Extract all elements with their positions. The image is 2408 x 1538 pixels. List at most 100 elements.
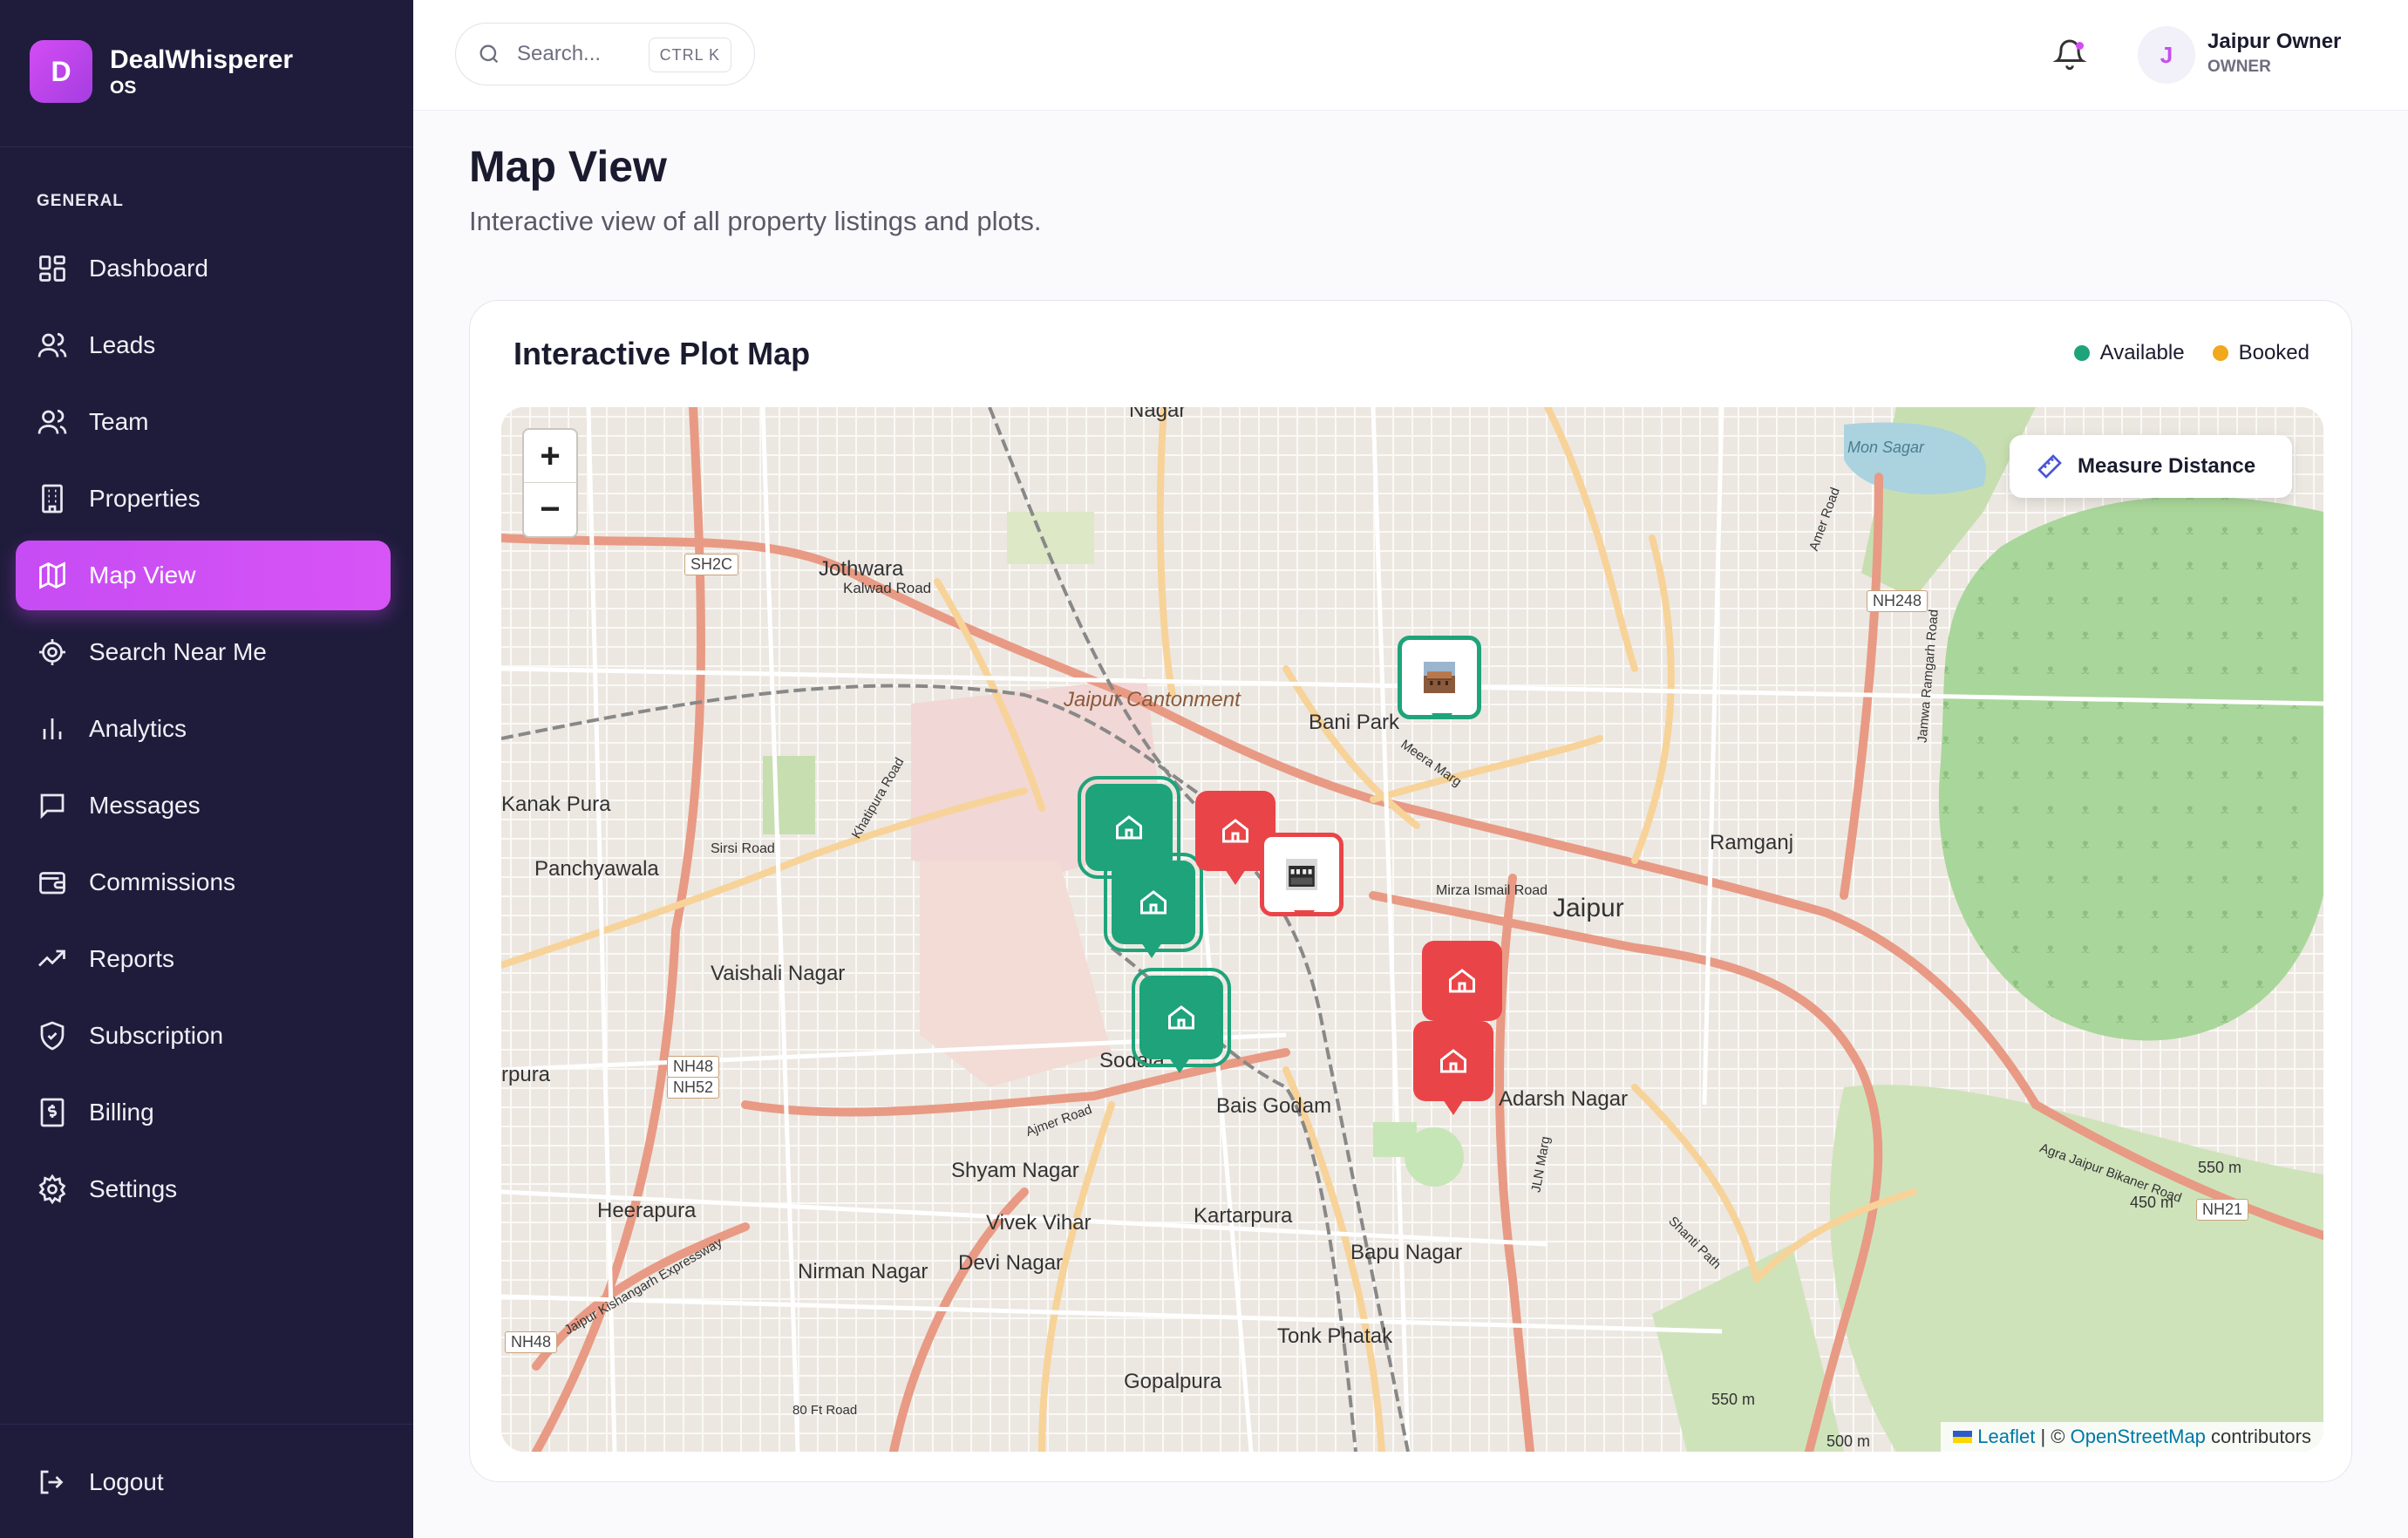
leaflet-link[interactable]: Leaflet	[1977, 1426, 2035, 1448]
map-label: Devi Nagar	[958, 1251, 1064, 1275]
logout-button[interactable]: Logout	[16, 1447, 391, 1517]
search-input[interactable]: Search... CTRL K	[455, 23, 755, 85]
map-label: Adarsh Nagar	[1499, 1087, 1629, 1111]
map-label: Jaipur	[1553, 894, 1624, 922]
property-thumbnail-icon	[1286, 859, 1317, 890]
users-icon	[37, 332, 67, 357]
home-icon	[1116, 815, 1142, 840]
sidebar-item-label: Subscription	[89, 1022, 224, 1049]
zoom-control: + −	[522, 428, 578, 538]
map-card: Interactive Plot Map Available Booked ᴥ	[469, 300, 2352, 1482]
property-marker-available[interactable]	[1132, 968, 1231, 1073]
road-shield: NH248	[1867, 590, 1928, 612]
team-icon	[37, 409, 67, 434]
map-label: Kanak Pura	[501, 793, 611, 816]
home-icon	[1140, 890, 1167, 915]
attribution-tail: contributors	[2211, 1426, 2311, 1447]
notifications-button[interactable]	[2052, 37, 2087, 71]
sidebar-item-label: Billing	[89, 1099, 154, 1126]
brand[interactable]: D DealWhisperer OS	[30, 40, 293, 103]
sidebar-item-label: Leads	[89, 331, 156, 358]
sidebar-item-subscription[interactable]: Subscription	[16, 1001, 391, 1071]
measure-distance-button[interactable]: Measure Distance	[2010, 435, 2292, 498]
sidebar-item-reports[interactable]: Reports	[16, 924, 391, 994]
property-marker-available[interactable]	[1078, 776, 1180, 885]
property-marker-booked[interactable]	[1413, 1021, 1493, 1115]
map-label: Nagar	[1129, 407, 1187, 422]
sidebar-item-label: Map View	[89, 561, 196, 589]
map-label: Sirsi Road	[711, 841, 775, 856]
property-marker-booked[interactable]	[1422, 941, 1502, 1035]
legend-booked-label: Booked	[2238, 341, 2309, 364]
zoom-in-button[interactable]: +	[524, 430, 576, 483]
sidebar-item-dashboard[interactable]: Dashboard	[16, 234, 391, 303]
sidebar-item-label: Team	[89, 408, 149, 435]
sidebar-item-label: Commissions	[89, 868, 236, 895]
osm-link[interactable]: OpenStreetMap	[2071, 1426, 2206, 1448]
map-attribution: Leaflet | © OpenStreetMap contributors	[1941, 1422, 2323, 1452]
map-label: Vivek Vihar	[986, 1211, 1092, 1235]
sidebar-item-leads[interactable]: Leads	[16, 310, 391, 380]
user-role: OWNER	[2207, 58, 2271, 76]
sidebar-item-analytics[interactable]: Analytics	[16, 694, 391, 764]
sidebar-section-label: GENERAL	[37, 192, 124, 210]
map-label: 550 m	[1711, 1391, 1756, 1408]
message-icon	[40, 793, 65, 820]
sidebar-divider	[0, 1424, 413, 1425]
property-marker-photo[interactable]	[1398, 636, 1481, 719]
ukraine-flag-icon	[1953, 1431, 1973, 1443]
brand-sub: OS	[110, 78, 137, 98]
page-subtitle: Interactive view of all property listing…	[469, 206, 1042, 236]
legend-available-dot	[2073, 345, 2090, 361]
zoom-out-button[interactable]: −	[524, 483, 576, 536]
top-header: Search... CTRL K J Jaipur Owner OWNER	[413, 0, 2408, 111]
avatar[interactable]: J	[2138, 26, 2195, 84]
sidebar-item-label: Reports	[89, 945, 175, 972]
sidebar-item-label: Settings	[89, 1175, 178, 1202]
map-canvas[interactable]: ᴥ	[501, 407, 2323, 1452]
map-tiles: ᴥ	[501, 407, 2323, 1452]
road-shield: NH48	[505, 1331, 558, 1353]
card-title: Interactive Plot Map	[514, 336, 811, 371]
brand-logo: D	[30, 40, 92, 103]
property-thumbnail-icon	[1424, 662, 1455, 693]
property-marker-available[interactable]	[1104, 853, 1203, 958]
map-label: Panchyawala	[534, 857, 659, 881]
shield-icon	[40, 1021, 65, 1051]
sidebar-item-messages[interactable]: Messages	[16, 771, 391, 840]
property-marker-photo[interactable]	[1260, 833, 1343, 916]
bar-chart-icon	[43, 718, 62, 739]
logout-icon	[40, 1470, 64, 1494]
sidebar-item-label: Dashboard	[89, 255, 208, 282]
map-label: Mirza Ismail Road	[1436, 883, 1548, 898]
home-icon	[1222, 819, 1248, 843]
sidebar-item-label: Messages	[89, 792, 201, 819]
legend-booked-dot	[2212, 345, 2228, 361]
search-shortcut-badge: CTRL K	[648, 37, 731, 72]
wallet-icon	[39, 872, 65, 895]
sidebar-item-settings[interactable]: Settings	[16, 1154, 391, 1224]
map-legend: Available Booked	[2073, 341, 2309, 365]
gear-icon	[38, 1174, 66, 1205]
map-label: Jothwara	[819, 557, 904, 581]
sidebar-item-search-near-me[interactable]: Search Near Me	[16, 617, 391, 687]
sidebar-item-billing[interactable]: Billing	[16, 1078, 391, 1147]
ruler-icon	[2037, 454, 2062, 479]
sidebar-item-commissions[interactable]: Commissions	[16, 847, 391, 917]
map-label: Tonk Phatak	[1277, 1324, 1393, 1348]
sidebar-item-label: Search Near Me	[89, 638, 267, 665]
road-shield: SH2C	[684, 554, 739, 575]
map-label: Gopalpura	[1124, 1370, 1222, 1393]
sidebar-item-properties[interactable]: Properties	[16, 464, 391, 534]
map-label: Mon Sagar	[1847, 439, 1925, 456]
map-label: Nirman Nagar	[798, 1260, 929, 1283]
sidebar-item-team[interactable]: Team	[16, 387, 391, 457]
map-label: Shyam Nagar	[951, 1159, 1079, 1182]
sidebar-item-map-view[interactable]: Map View	[16, 541, 391, 610]
legend-available-label: Available	[2099, 341, 2185, 364]
building-icon	[42, 484, 63, 514]
map-label: Vaishali Nagar	[711, 962, 846, 985]
sidebar-nav: Dashboard Leads Team Properties Map View…	[16, 234, 391, 1231]
map-label: Bais Godam	[1216, 1094, 1332, 1118]
dashboard-icon	[39, 255, 65, 282]
